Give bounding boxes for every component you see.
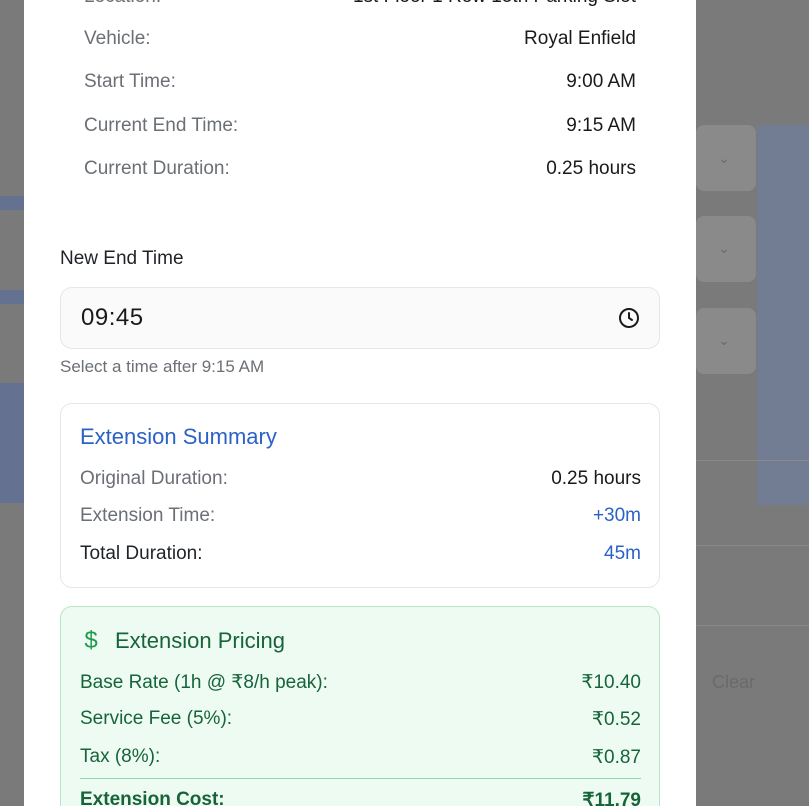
dollar-icon: $	[84, 627, 98, 654]
vehicle-row: Vehicle: Royal Enfield	[84, 28, 636, 50]
current-duration-label: Current Duration:	[84, 158, 230, 179]
tax-value: ₹0.87	[591, 747, 641, 768]
current-end-time-label: Current End Time:	[84, 115, 239, 136]
background-card	[757, 125, 809, 505]
start-time-label: Start Time:	[84, 71, 176, 92]
extension-pricing-title: Extension Pricing	[115, 628, 285, 653]
location-row: Location: 1st Floor 1 Row 15th Parking S…	[84, 0, 636, 8]
extension-time-value: +30m	[592, 505, 641, 526]
tax-label: Tax (8%):	[80, 746, 161, 767]
extension-pricing-header: $ Extension Pricing	[81, 627, 285, 655]
background-divider	[696, 545, 809, 546]
background-divider	[696, 625, 809, 626]
background-divider	[696, 460, 809, 461]
clock-icon[interactable]	[617, 306, 641, 330]
original-duration-value: 0.25 hours	[551, 468, 641, 489]
original-duration-label: Original Duration:	[80, 468, 228, 489]
service-fee-row: Service Fee (5%): ₹0.52	[80, 708, 641, 731]
total-duration-row: Total Duration: 45m	[80, 543, 641, 565]
background-strip	[0, 290, 24, 304]
tax-row: Tax (8%): ₹0.87	[80, 746, 641, 769]
extend-booking-modal: Location: 1st Floor 1 Row 15th Parking S…	[24, 0, 696, 806]
new-end-time-label: New End Time	[60, 248, 184, 269]
vehicle-value: Royal Enfield	[524, 28, 636, 49]
background-clear-label: Clear	[712, 672, 756, 692]
extension-pricing-card: $ Extension Pricing Base Rate (1h @ ₹8/h…	[60, 606, 660, 806]
background-strip	[0, 383, 24, 503]
new-end-time-input[interactable]: 09:45	[60, 287, 660, 349]
background-strip	[0, 196, 24, 210]
extension-time-label: Extension Time:	[80, 505, 216, 526]
current-duration-row: Current Duration: 0.25 hours	[84, 158, 636, 180]
pricing-divider	[80, 778, 641, 779]
extension-cost-label: Extension Cost:	[80, 789, 225, 806]
start-time-row: Start Time: 9:00 AM	[84, 71, 636, 93]
chevron-down-icon: ⌄	[718, 332, 730, 348]
current-duration-value: 0.25 hours	[546, 158, 636, 179]
current-end-time-value: 9:15 AM	[566, 115, 636, 136]
start-time-value: 9:00 AM	[566, 71, 636, 92]
chevron-down-icon: ⌄	[718, 150, 730, 166]
service-fee-label: Service Fee (5%):	[80, 708, 233, 729]
extension-summary-title: Extension Summary	[80, 424, 277, 449]
original-duration-row: Original Duration: 0.25 hours	[80, 468, 641, 490]
new-end-time-hint: Select a time after 9:15 AM	[60, 357, 265, 376]
base-rate-label: Base Rate (1h @ ₹8/h peak):	[80, 672, 328, 693]
base-rate-row: Base Rate (1h @ ₹8/h peak): ₹10.40	[80, 671, 641, 694]
extension-summary-card: Extension Summary Original Duration: 0.2…	[60, 403, 660, 588]
total-duration-label: Total Duration:	[80, 543, 203, 564]
service-fee-value: ₹0.52	[591, 709, 641, 730]
location-label: Location:	[84, 0, 161, 8]
extension-cost-value: ₹11.79	[582, 790, 641, 806]
vehicle-label: Vehicle:	[84, 28, 151, 49]
extension-time-row: Extension Time: +30m	[80, 505, 641, 527]
base-rate-value: ₹10.40	[581, 672, 641, 693]
extension-cost-row: Extension Cost: ₹11.79	[80, 789, 641, 806]
total-duration-value: 45m	[604, 543, 641, 564]
new-end-time-value[interactable]: 09:45	[81, 304, 144, 332]
current-end-time-row: Current End Time: 9:15 AM	[84, 115, 636, 137]
location-value: 1st Floor 1 Row 15th Parking Slot	[353, 0, 636, 8]
chevron-down-icon: ⌄	[718, 240, 730, 256]
